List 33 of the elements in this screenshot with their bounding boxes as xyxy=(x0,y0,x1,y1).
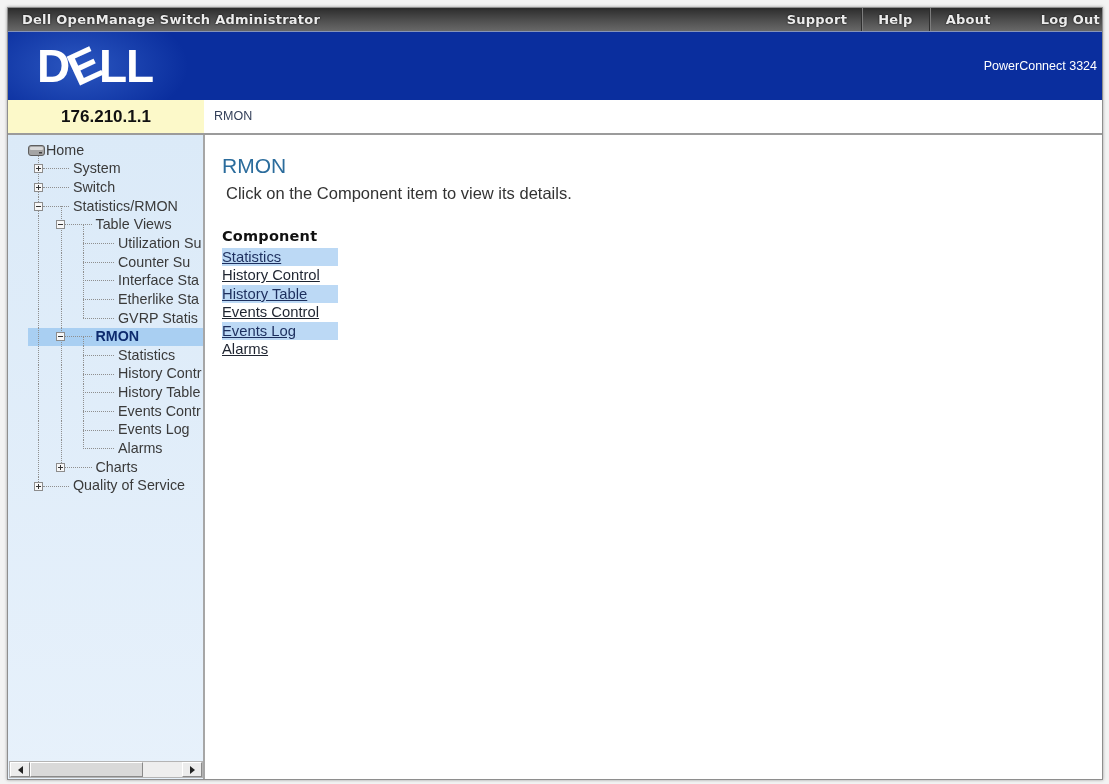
component-link[interactable]: Events Control xyxy=(222,303,338,322)
header-link[interactable]: About xyxy=(928,8,1007,31)
plus-box-icon[interactable] xyxy=(56,463,65,472)
header-link[interactable]: Log Out xyxy=(1006,8,1102,31)
list-heading: Component xyxy=(222,228,319,245)
minus-box-icon[interactable] xyxy=(56,332,65,342)
plus-box-icon[interactable] xyxy=(33,164,43,174)
plus-box-icon[interactable] xyxy=(33,183,43,193)
header-link[interactable]: Help xyxy=(861,8,929,31)
tree-item[interactable]: RMON xyxy=(28,327,203,347)
header-link[interactable]: Support xyxy=(770,8,862,31)
drive-icon xyxy=(28,144,45,156)
minus-box-icon[interactable] xyxy=(56,220,65,230)
plus-box-icon[interactable] xyxy=(33,481,43,491)
right-triangle-icon xyxy=(189,765,195,774)
component-link[interactable]: Statistics xyxy=(222,248,338,267)
breadcrumb: RMON xyxy=(213,108,254,126)
scroll-left-button[interactable] xyxy=(10,762,30,777)
component-link[interactable]: History Table xyxy=(222,284,338,304)
window-title: Dell OpenManage Switch Administrator xyxy=(22,10,321,29)
scroll-right-button[interactable] xyxy=(182,762,202,777)
model-name: PowerConnect 3324 xyxy=(983,57,1097,75)
component-link[interactable]: Alarms xyxy=(222,339,338,359)
component-link[interactable]: History Control xyxy=(222,266,338,285)
page-title: RMON xyxy=(222,154,288,178)
minus-box-icon[interactable] xyxy=(33,201,43,211)
scrollbar-thumb[interactable] xyxy=(30,762,143,777)
left-triangle-icon xyxy=(17,765,23,774)
device-address: 176.210.1.1 xyxy=(8,100,204,133)
component-link[interactable]: Events Log xyxy=(222,321,338,340)
logo: DELL xyxy=(37,43,154,89)
horizontal-scrollbar[interactable] xyxy=(9,761,203,778)
page-description: Click on the Component item to view its details. xyxy=(225,183,573,203)
